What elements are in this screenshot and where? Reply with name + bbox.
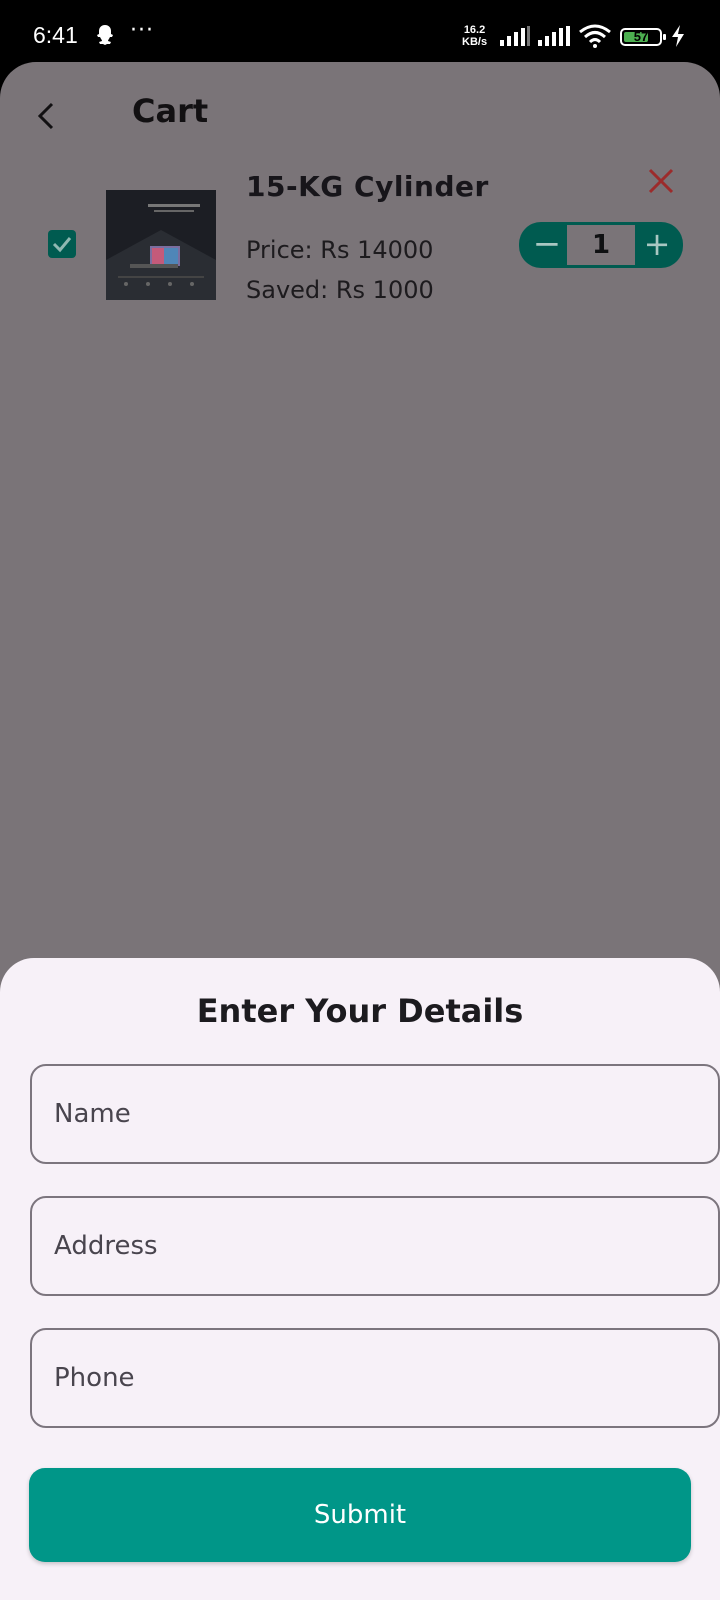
phone-field-container bbox=[30, 1328, 720, 1428]
battery-icon: 57 bbox=[620, 28, 666, 46]
details-bottom-sheet: Enter Your Details Submit bbox=[0, 958, 720, 1600]
product-name: 15-KG Cylinder bbox=[246, 170, 489, 203]
item-select-checkbox[interactable] bbox=[48, 230, 76, 258]
back-arrow-icon[interactable] bbox=[36, 100, 56, 132]
page-title: Cart bbox=[132, 92, 209, 130]
network-speed-value: 16.2 bbox=[463, 24, 486, 36]
address-field-container bbox=[30, 1196, 720, 1296]
name-field-container bbox=[30, 1064, 720, 1164]
status-bar: 6:41 ··· 16.2 KB/s 57 bbox=[0, 0, 720, 62]
status-time: 6:41 bbox=[33, 22, 78, 48]
quantity-stepper: − 1 + bbox=[519, 222, 683, 268]
sheet-title: Enter Your Details bbox=[196, 992, 524, 1030]
product-image bbox=[106, 190, 216, 300]
wifi-icon bbox=[579, 24, 611, 48]
check-icon bbox=[52, 237, 72, 253]
submit-button[interactable]: Submit bbox=[29, 1468, 691, 1562]
signal-icon-2 bbox=[538, 26, 570, 46]
close-icon[interactable] bbox=[646, 166, 676, 196]
product-saved: Saved: Rs 1000 bbox=[246, 276, 434, 304]
charging-icon bbox=[672, 25, 684, 47]
battery-level: 57 bbox=[633, 29, 649, 44]
product-price: Price: Rs 14000 bbox=[246, 236, 434, 264]
address-input[interactable] bbox=[30, 1196, 720, 1296]
network-speed-unit: KB/s bbox=[462, 36, 488, 48]
signal-icon bbox=[500, 26, 530, 46]
network-speed: 16.2 KB/s bbox=[462, 24, 487, 48]
snapchat-icon bbox=[97, 25, 113, 45]
phone-input[interactable] bbox=[30, 1328, 720, 1428]
decrease-quantity-button[interactable]: − bbox=[527, 222, 567, 268]
quantity-value: 1 bbox=[567, 225, 635, 265]
increase-quantity-button[interactable]: + bbox=[637, 222, 677, 268]
name-input[interactable] bbox=[30, 1064, 720, 1164]
more-notifications-icon: ··· bbox=[130, 18, 154, 43]
